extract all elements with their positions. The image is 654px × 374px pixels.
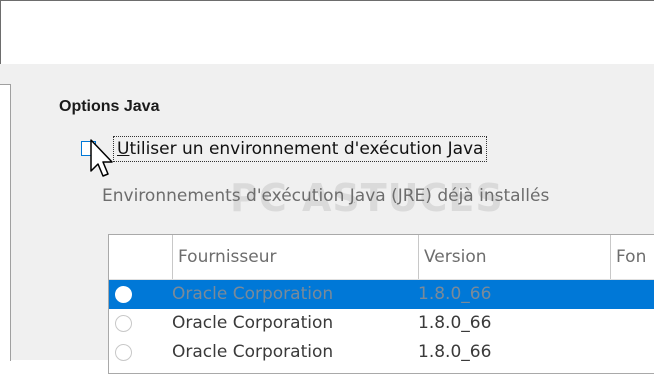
jre-radio[interactable] xyxy=(115,315,132,332)
jre-row[interactable]: Oracle Corporation 1.8.0_66 xyxy=(109,338,654,367)
installed-jre-label-post: ava (JRE) déjà installés xyxy=(354,186,550,206)
mouse-pointer-icon xyxy=(90,139,113,177)
jre-vendor: Oracle Corporation xyxy=(172,313,334,333)
jre-version: 1.8.0_66 xyxy=(418,313,492,333)
jre-row[interactable]: Oracle Corporation 1.8.0_66 xyxy=(109,309,654,338)
column-header-vendor[interactable]: Fournisseur xyxy=(172,235,418,279)
jre-table[interactable]: Fournisseur Version Fon Oracle Corporati… xyxy=(108,234,654,374)
category-tree-pane[interactable] xyxy=(0,84,11,361)
jre-vendor: Oracle Corporation xyxy=(172,284,334,304)
column-header-version[interactable]: Version xyxy=(418,235,610,279)
jre-radio[interactable] xyxy=(115,344,132,361)
jre-vendor: Oracle Corporation xyxy=(172,342,334,362)
jre-version: 1.8.0_66 xyxy=(418,284,492,304)
installed-jre-label-pre: Environnements d'exécution xyxy=(102,186,350,206)
jre-row[interactable]: Oracle Corporation 1.8.0_66 xyxy=(109,280,654,309)
use-jre-mnemonic: U xyxy=(117,139,130,159)
jre-radio[interactable] xyxy=(115,286,132,303)
dialog-top-area xyxy=(0,0,654,64)
installed-jre-label: Environnements d'exécution Java (JRE) dé… xyxy=(102,186,549,206)
jre-table-header: Fournisseur Version Fon xyxy=(109,235,654,280)
column-header-font[interactable]: Fon xyxy=(610,235,654,279)
use-jre-label-rest: tiliser un environnement d'exécution Jav… xyxy=(129,139,484,159)
jre-version: 1.8.0_66 xyxy=(418,342,492,362)
java-options-heading: Options Java xyxy=(59,98,160,115)
use-jre-label[interactable]: Utiliser un environnement d'exécution Ja… xyxy=(112,136,488,162)
